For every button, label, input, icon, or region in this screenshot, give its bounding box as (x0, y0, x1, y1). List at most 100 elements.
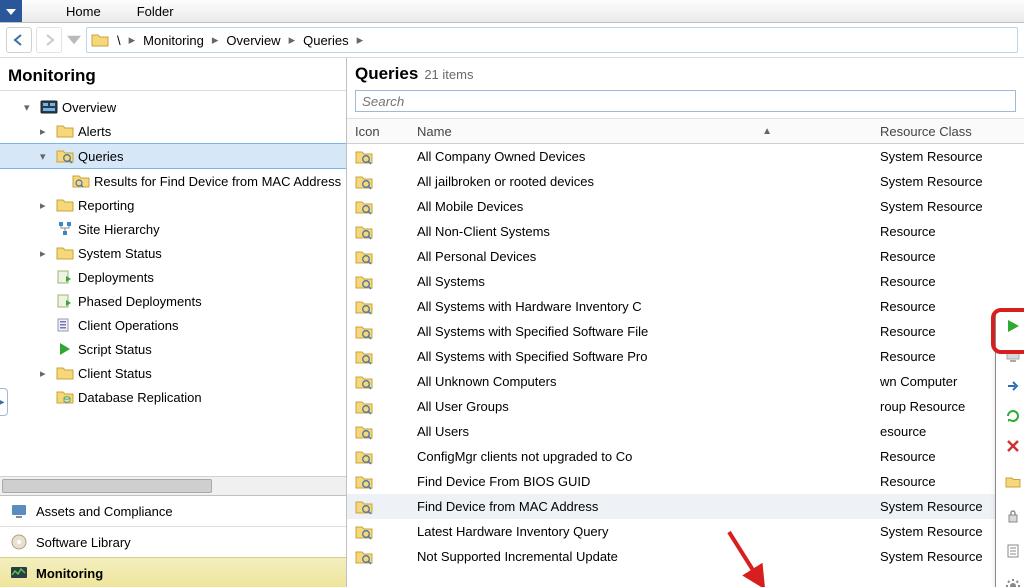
query-row[interactable]: Find Device From BIOS GUIDResource (347, 469, 1024, 494)
query-name: All Personal Devices (409, 249, 872, 264)
menu-refresh[interactable]: RefreshF5 (996, 402, 1024, 432)
context-menu[interactable]: RunInstall ClientExportRefreshF5DeleteDe… (995, 311, 1024, 587)
breadcrumb-seg-overview[interactable]: Overview (222, 33, 284, 48)
ribbon-file-tab[interactable] (0, 0, 22, 22)
query-row[interactable]: All User Groupsroup Resource (347, 394, 1024, 419)
query-icon (355, 498, 373, 516)
tree-node-client-status[interactable]: ▸Client Status (0, 361, 346, 385)
tree-toggle-icon[interactable]: ▸ (40, 367, 52, 380)
tree-label: System Status (78, 246, 162, 261)
grid-header: Icon Name ▲ Resource Class (347, 118, 1024, 144)
tree-node-system-status[interactable]: ▸ System Status (0, 241, 346, 265)
tree-hscrollbar[interactable] (0, 476, 346, 495)
forward-button[interactable] (36, 27, 62, 53)
query-row[interactable]: All Mobile DevicesSystem Resource (347, 194, 1024, 219)
query-row[interactable]: All Systems with Specified Software ProR… (347, 344, 1024, 369)
breadcrumb-seg-queries[interactable]: Queries (299, 33, 353, 48)
query-row[interactable]: All Company Owned DevicesSystem Resource (347, 144, 1024, 169)
query-resource-class: System Resource (872, 149, 1024, 164)
query-row[interactable]: Latest Hardware Inventory QuerySystem Re… (347, 519, 1024, 544)
ribbon-tab-home[interactable]: Home (48, 0, 119, 22)
ribbon-tab-folder[interactable]: Folder (119, 0, 192, 22)
scroll-thumb[interactable] (2, 479, 212, 493)
swlib-icon (10, 533, 28, 551)
workspace-tree[interactable]: ▾Overview▸Alerts▾Queries Results for Find… (0, 91, 346, 476)
grid-body[interactable]: All Company Owned DevicesSystem Resource… (347, 144, 1024, 587)
breadcrumb[interactable]: \ ▸ Monitoring ▸ Overview ▸ Queries ▸ (86, 27, 1018, 53)
tree-node-queries[interactable]: ▾Queries (0, 143, 346, 169)
query-name: All Systems with Hardware Inventory C (409, 299, 872, 314)
query-folder-icon (56, 147, 74, 165)
search-input[interactable] (355, 90, 1016, 112)
col-resource-header[interactable]: Resource Class (872, 124, 1024, 139)
tree-node-deployments[interactable]: Deployments (0, 265, 346, 289)
tree-node-phased-deployments[interactable]: Phased Deployments (0, 289, 346, 313)
query-row[interactable]: Find Device from MAC AddressSystem Resou… (347, 494, 1024, 519)
assets-icon (10, 502, 28, 520)
tree-node-site-hierarchy[interactable]: Site Hierarchy (0, 217, 346, 241)
query-row[interactable]: All Unknown Computerswn Computer (347, 369, 1024, 394)
query-row[interactable]: All Usersesource (347, 419, 1024, 444)
query-row[interactable]: All SystemsResource (347, 269, 1024, 294)
col-name-header[interactable]: Name ▲ (409, 124, 872, 139)
menu-properties[interactable]: Properties (996, 537, 1024, 567)
folder-icon (56, 122, 74, 140)
move-icon (1004, 473, 1022, 492)
breadcrumb-root[interactable]: \ (113, 33, 125, 48)
tree-label: Results for Find Device from MAC Address (94, 174, 341, 189)
right-panel: Queries 21 items Icon Name ▲ Resource Cl… (347, 58, 1024, 587)
navcat-assets-and-compliance[interactable]: Assets and Compliance (0, 496, 346, 526)
navcat-software-library[interactable]: Software Library (0, 526, 346, 557)
tree-toggle-icon[interactable]: ▾ (40, 150, 52, 163)
query-icon (355, 223, 373, 241)
menu-export[interactable]: Export (996, 372, 1024, 402)
tree-node-alerts[interactable]: ▸Alerts (0, 119, 346, 143)
script-status-icon (56, 340, 74, 358)
deployments-icon (56, 268, 74, 286)
db-replication-icon (56, 388, 74, 406)
query-row[interactable]: All Non-Client SystemsResource (347, 219, 1024, 244)
collapse-handle[interactable]: ▸ (0, 388, 8, 416)
tree-node-script-status[interactable]: Script Status (0, 337, 346, 361)
tree-toggle-icon[interactable]: ▾ (24, 101, 36, 114)
tree-node-database-replication[interactable]: Database Replication (0, 385, 346, 409)
query-row[interactable]: All Systems with Hardware Inventory CRes… (347, 294, 1024, 319)
tree-node-results-for-find-device-from-m[interactable]: Results for Find Device from MAC Address (0, 169, 346, 193)
back-button[interactable] (6, 27, 32, 53)
query-row[interactable]: ConfigMgr clients not upgraded to CoReso… (347, 444, 1024, 469)
tree-toggle-icon[interactable]: ▸ (40, 247, 52, 260)
lock-icon (1004, 508, 1022, 527)
query-row[interactable]: All jailbroken or rooted devicesSystem R… (347, 169, 1024, 194)
overview-icon (40, 98, 58, 116)
tree-node-client-operations[interactable]: Client Operations (0, 313, 346, 337)
col-icon-header[interactable]: Icon (347, 124, 409, 139)
query-row[interactable]: All Systems with Specified Software File… (347, 319, 1024, 344)
query-name: Find Device From BIOS GUID (409, 474, 872, 489)
breadcrumb-seg-monitoring[interactable]: Monitoring (139, 33, 208, 48)
query-name: All Systems (409, 274, 872, 289)
menu-move[interactable]: Move (996, 467, 1024, 497)
tree-node-reporting[interactable]: ▸Reporting (0, 193, 346, 217)
query-icon (355, 373, 373, 391)
query-name: Not Supported Incremental Update (409, 549, 872, 564)
history-dropdown[interactable] (66, 28, 82, 52)
navcat-monitoring[interactable]: Monitoring (0, 557, 346, 587)
tree-label: Database Replication (78, 390, 202, 405)
tree-node-overview[interactable]: ▾Overview (0, 95, 346, 119)
menu-delete[interactable]: DeleteDelete (996, 432, 1024, 462)
query-row[interactable]: All Personal DevicesResource (347, 244, 1024, 269)
item-count: 21 items (424, 67, 473, 82)
navcat-label: Software Library (36, 535, 131, 550)
query-row[interactable]: Not Supported Incremental UpdateSystem R… (347, 544, 1024, 569)
folder-icon (56, 196, 74, 214)
menu-set-security-scopes[interactable]: Set Security Scopes (996, 502, 1024, 532)
tree-toggle-icon[interactable]: ▸ (40, 199, 52, 212)
tree-toggle-icon[interactable]: ▸ (40, 125, 52, 138)
tree-label: Client Operations (78, 318, 178, 333)
query-icon (355, 398, 373, 416)
menu-right-click-tools[interactable]: Right Click Tools▸ (996, 572, 1024, 587)
query-name: Latest Hardware Inventory Query (409, 524, 872, 539)
query-resource-class: Resource (872, 249, 1024, 264)
navigation-row: \ ▸ Monitoring ▸ Overview ▸ Queries ▸ (0, 23, 1024, 58)
menu-run[interactable]: Run (996, 312, 1024, 342)
